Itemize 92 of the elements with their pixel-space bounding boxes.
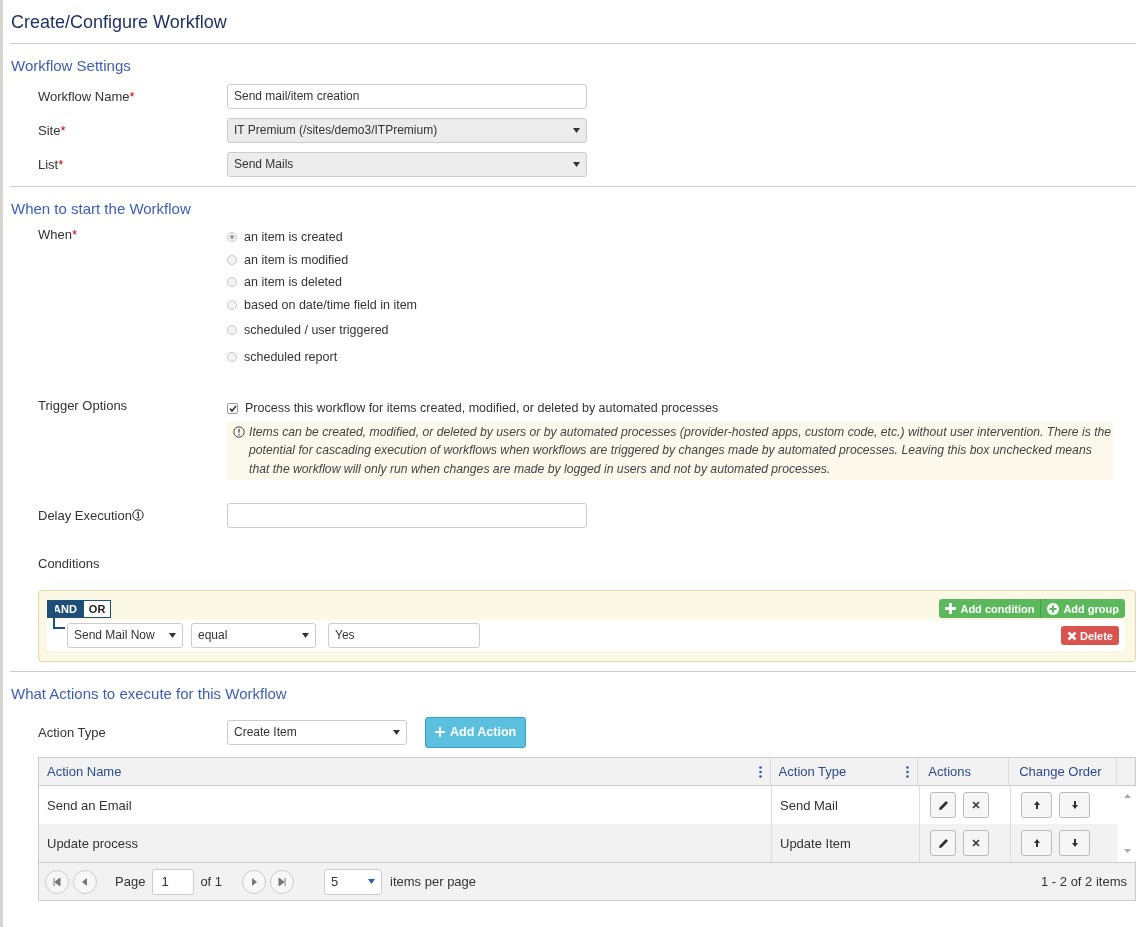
radio-button[interactable]	[227, 254, 237, 265]
required-mark: *	[71, 227, 78, 242]
dropdown[interactable]: IT Premium (/sites/demo3/ITPremium)	[227, 117, 587, 143]
warning-note: Items can be created, modified, or deleted by users or by automated processes (provider-hosted apps, custom code, etc.) without user intervention. There is the potential for cascading execution of workflows when workflows are triggered by changes made by automated processes. Leaving this box unchecked means that the workflow will only run when changes are made by logged in users and not by automated processes.	[249, 423, 1113, 478]
column-header[interactable]: Change Order	[1019, 764, 1102, 779]
last-page-icon	[278, 877, 287, 886]
edit-button[interactable]	[930, 830, 956, 856]
plus-icon	[435, 727, 445, 737]
items-per-page-label: items per page	[390, 874, 477, 889]
option-label[interactable]: based on date/time field in item	[244, 297, 418, 312]
exclamation-icon	[233, 425, 245, 438]
option-label[interactable]: scheduled / user triggered	[244, 322, 389, 337]
dropdown[interactable]: Send Mail Now	[67, 623, 183, 648]
field-label: When	[38, 227, 72, 242]
page-size-dropdown[interactable]: 5	[324, 868, 383, 895]
page-field[interactable]: 1	[152, 868, 195, 895]
first-page-button[interactable]	[45, 869, 69, 894]
close-icon	[1066, 630, 1077, 641]
option-label[interactable]: an item is modified	[244, 252, 349, 267]
option-label[interactable]: an item is created	[244, 230, 343, 245]
page-count: of 1	[200, 874, 223, 889]
move-up-button[interactable]	[1021, 792, 1052, 818]
required-mark: *	[129, 88, 135, 104]
checkbox[interactable]	[227, 402, 238, 414]
section-heading: What Actions to execute for this Workflow	[10, 684, 288, 703]
text-field[interactable]: Yes	[328, 623, 480, 648]
move-down-button[interactable]	[1059, 830, 1090, 856]
checkbox-label[interactable]: Process this workflow for items created, modified, or deleted by automated processes	[245, 401, 719, 416]
page-title: Create/Configure Workflow	[10, 11, 228, 34]
info-icon	[131, 509, 144, 521]
required-mark: *	[58, 156, 64, 172]
field-label: Action Type	[38, 724, 106, 740]
section-heading: When to start the Workflow	[10, 199, 192, 218]
option-label[interactable]: an item is deleted	[244, 275, 342, 290]
plus-icon	[945, 603, 957, 614]
first-page-icon	[53, 877, 61, 886]
previous-page-icon	[81, 877, 89, 886]
dropdown[interactable]: equal	[191, 623, 316, 648]
move-up-button[interactable]	[1021, 830, 1052, 856]
arrow-down-icon	[1071, 801, 1078, 809]
kebab-menu-icon[interactable]	[906, 765, 910, 778]
dropdown[interactable]: Send Mails	[227, 151, 587, 177]
column-header[interactable]: Action Name	[47, 764, 122, 779]
caret-icon	[169, 633, 176, 638]
delete-button[interactable]: Delete	[1060, 626, 1119, 645]
close-icon	[972, 801, 980, 809]
arrow-up-icon	[1033, 801, 1040, 809]
arrow-up-icon	[1033, 839, 1040, 847]
logic-toggle[interactable]: OR	[82, 599, 112, 618]
remove-button[interactable]	[963, 830, 989, 856]
field-label: Delay Execution	[38, 507, 132, 523]
item-count: 1 - 2 of 2 items	[1041, 874, 1128, 889]
table-cell-text: Send an Email	[46, 796, 133, 815]
edit-button[interactable]	[930, 792, 956, 818]
page-label: Page	[115, 874, 146, 889]
caret-icon	[302, 633, 309, 638]
radio-button[interactable]	[227, 232, 237, 243]
caret-icon	[573, 127, 580, 133]
radio-button[interactable]	[227, 277, 237, 288]
field-label: Trigger Options	[38, 398, 128, 413]
field-label: List	[38, 156, 59, 172]
radio-button[interactable]	[227, 351, 237, 362]
option-label[interactable]: scheduled report	[244, 349, 338, 364]
remove-button[interactable]	[963, 792, 989, 818]
text-field[interactable]: Send mail/item creation	[227, 83, 587, 109]
kebab-menu-icon[interactable]	[758, 765, 762, 778]
section-heading: Workflow Settings	[10, 56, 132, 75]
previous-page-button[interactable]	[73, 869, 97, 894]
plus-circle-icon	[1047, 602, 1060, 615]
column-header[interactable]: Actions	[928, 764, 971, 779]
radio-button[interactable]	[227, 324, 237, 335]
field-label: Workflow Name	[38, 88, 130, 104]
table-cell-text: Update process	[46, 834, 140, 853]
caret-icon	[368, 879, 376, 884]
pencil-icon	[937, 799, 949, 811]
field-label: Site	[38, 122, 61, 138]
required-mark: *	[60, 122, 66, 138]
text-field[interactable]	[227, 502, 587, 528]
next-page-icon	[250, 877, 259, 886]
next-page-button[interactable]	[242, 869, 267, 894]
pencil-icon	[937, 837, 949, 849]
radio-button[interactable]	[227, 299, 237, 310]
move-down-button[interactable]	[1059, 792, 1090, 818]
caret-icon	[573, 161, 580, 167]
check-icon	[228, 404, 237, 412]
dropdown[interactable]: Create Item	[227, 719, 407, 745]
column-header[interactable]: Action Type	[778, 764, 847, 779]
field-label: Conditions	[38, 555, 100, 571]
last-page-button[interactable]	[270, 869, 295, 894]
caret-icon	[393, 729, 400, 735]
close-icon	[972, 839, 980, 847]
arrow-down-icon	[1071, 839, 1078, 847]
